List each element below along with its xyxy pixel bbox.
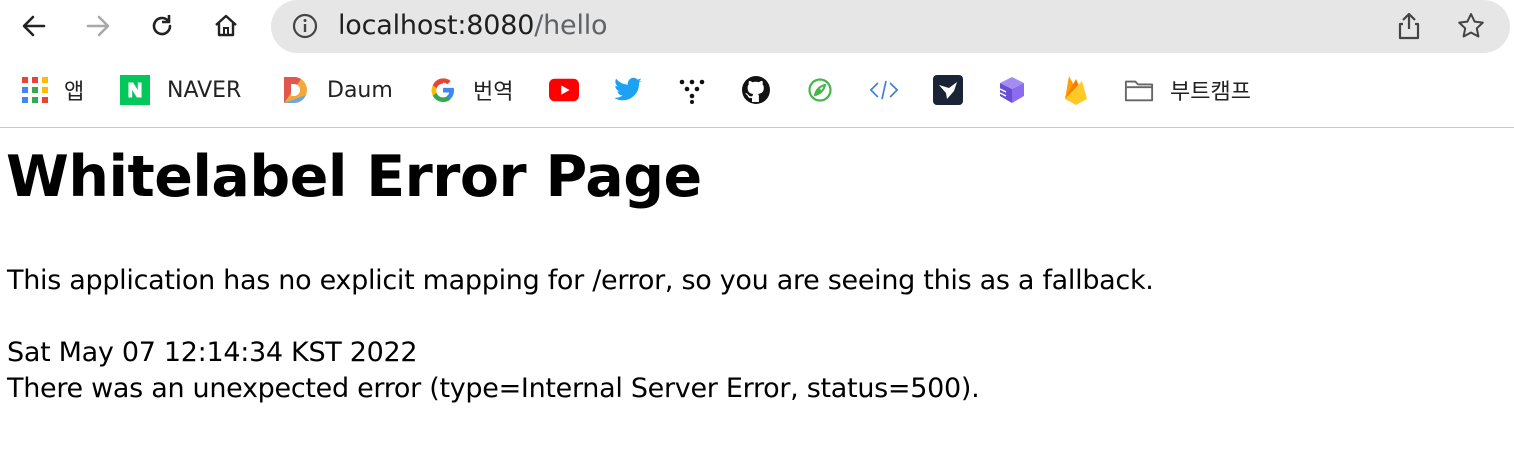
code-icon [869,75,899,105]
error-message: This application has no explicit mapping… [7,265,1154,296]
browser-chrome: localhost:8080/hello 앱 NAVER Daum 번역 부트캠… [0,0,1514,128]
bookmark-naver[interactable]: NAVER [120,66,241,114]
error-details: Sat May 07 12:14:34 KST 2022 There was a… [7,335,980,407]
naver-icon [120,75,150,105]
bookmark-twitter[interactable] [613,66,643,114]
bookmark-cube[interactable] [997,66,1027,114]
bookmark-youtube[interactable] [549,66,579,114]
error-timestamp: Sat May 07 12:14:34 KST 2022 [7,337,418,368]
url-text[interactable]: localhost:8080/hello [338,10,608,42]
bird-icon [933,75,963,105]
cube-icon [997,75,1027,105]
bookmark-label: 번역 [473,80,514,105]
bookmark-dots[interactable] [677,66,707,114]
browser-toolbar: localhost:8080/hello [0,0,1514,54]
bookmark-daum[interactable]: Daum [281,66,393,114]
share-icon[interactable] [1394,11,1424,41]
bookmark-translate[interactable]: 번역 [428,66,513,114]
twitter-icon [613,75,643,105]
info-icon[interactable] [291,12,319,40]
reload-button[interactable] [144,8,180,44]
folder-icon [1124,75,1154,105]
bookmark-code[interactable] [869,66,899,114]
back-button[interactable] [16,8,52,44]
dots-icon [677,75,707,105]
address-bar[interactable]: localhost:8080/hello [271,0,1510,53]
apps-grid-icon [20,75,50,105]
bookmark-bird[interactable] [933,66,963,114]
youtube-icon [549,75,579,105]
bookmark-leaf[interactable] [805,66,835,114]
forward-button[interactable] [80,8,116,44]
error-description: There was an unexpected error (type=Inte… [7,373,980,404]
url-host: localhost:8080 [338,10,535,41]
bookmark-label: 부트캠프 [1170,80,1251,105]
bookmark-folder-bootcamp[interactable]: 부트캠프 [1124,66,1251,114]
firebase-icon [1061,75,1091,105]
github-icon [741,75,771,105]
bookmark-firebase[interactable] [1061,66,1091,114]
home-icon [215,14,237,37]
bookmark-star-icon[interactable] [1456,11,1486,41]
home-button[interactable] [208,8,244,44]
back-arrow-icon [22,15,46,37]
leaf-icon [805,75,835,105]
page-title: Whitelabel Error Page [6,144,702,210]
google-icon [428,75,458,105]
bookmark-apps[interactable]: 앱 [20,66,84,114]
forward-arrow-icon [86,15,110,37]
bookmark-label: 앱 [64,80,85,105]
reload-icon [152,15,172,36]
bookmark-label: Daum [327,77,393,103]
bookmarks-bar: 앱 NAVER Daum 번역 부트캠프 [0,66,1514,114]
daum-icon [281,75,311,105]
bookmark-label: NAVER [167,77,242,103]
url-path: /hello [534,10,608,41]
bookmark-github[interactable] [741,66,771,114]
